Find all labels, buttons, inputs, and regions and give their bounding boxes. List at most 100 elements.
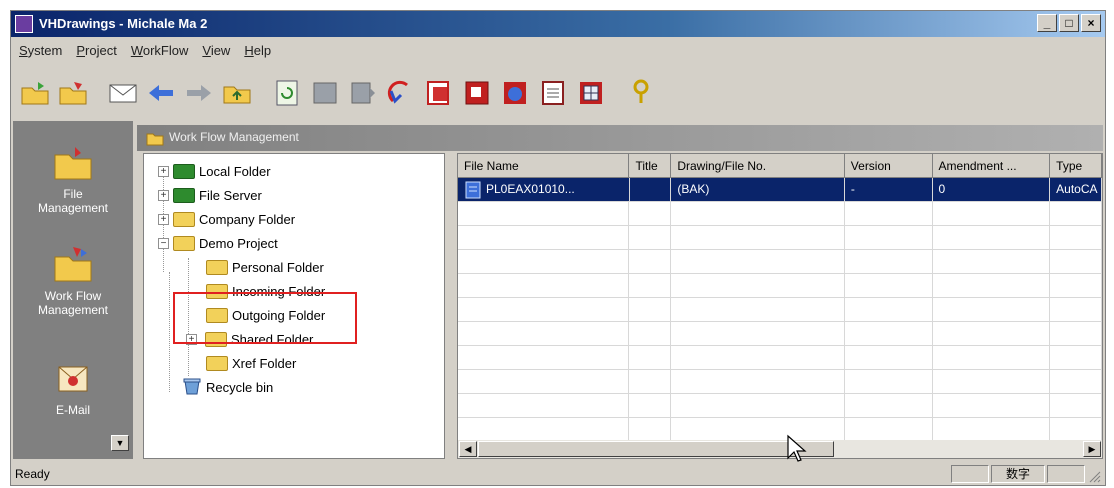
empty-cell	[932, 394, 1051, 418]
status-text: Ready	[15, 467, 50, 481]
column-type[interactable]: Type	[1050, 154, 1102, 178]
empty-cell	[671, 202, 845, 226]
empty-row	[458, 250, 1102, 274]
column-file-name[interactable]: File Name	[458, 154, 630, 178]
scroll-thumb[interactable]	[478, 441, 834, 457]
table-row[interactable]: PL0EAX01010... (BAK) - 0 AutoCA	[458, 178, 1102, 202]
undo-checkout-icon[interactable]	[385, 77, 417, 109]
tree-node-file-server[interactable]: + File Server	[158, 184, 262, 206]
scroll-left-button[interactable]: ◀	[459, 441, 477, 457]
email-icon	[51, 359, 95, 399]
collapse-icon[interactable]: −	[158, 237, 169, 249]
menu-view[interactable]: View	[202, 43, 230, 58]
empty-cell	[1050, 298, 1102, 322]
empty-cell	[844, 298, 933, 322]
horizontal-scrollbar[interactable]: ◀ ▶	[458, 440, 1102, 458]
empty-row	[458, 274, 1102, 298]
empty-cell	[932, 346, 1051, 370]
empty-cell	[932, 202, 1051, 226]
empty-cell	[932, 226, 1051, 250]
status-panel-blank	[1047, 465, 1085, 483]
column-amendment[interactable]: Amendment ...	[932, 154, 1051, 178]
maximize-button[interactable]: □	[1059, 14, 1079, 32]
folder-icon	[173, 211, 195, 227]
empty-cell	[629, 394, 672, 418]
empty-cell	[932, 274, 1051, 298]
empty-cell	[1050, 202, 1102, 226]
empty-row	[458, 394, 1102, 418]
empty-cell	[1050, 346, 1102, 370]
envelope-icon[interactable]	[107, 77, 139, 109]
nav-scroll-down-button[interactable]: ▼	[111, 435, 129, 451]
red-doc-icon[interactable]	[423, 77, 455, 109]
checkout-icon[interactable]	[309, 77, 341, 109]
empty-cell	[671, 250, 845, 274]
empty-cell	[844, 394, 933, 418]
empty-cell	[458, 370, 630, 394]
tree-node-local-folder[interactable]: + Local Folder	[158, 160, 271, 182]
column-title[interactable]: Title	[629, 154, 672, 178]
minimize-button[interactable]: _	[1037, 14, 1057, 32]
empty-cell	[458, 418, 630, 442]
resize-grip-icon[interactable]	[1087, 469, 1101, 486]
empty-cell	[629, 346, 672, 370]
expand-icon[interactable]: +	[158, 165, 169, 177]
empty-cell	[844, 370, 933, 394]
empty-cell	[671, 298, 845, 322]
expand-icon[interactable]: +	[158, 189, 169, 201]
empty-cell	[932, 250, 1051, 274]
empty-cell	[1050, 322, 1102, 346]
scroll-right-button[interactable]: ▶	[1083, 441, 1101, 457]
help-icon[interactable]	[625, 77, 657, 109]
column-version[interactable]: Version	[844, 154, 933, 178]
checkin-icon[interactable]	[347, 77, 379, 109]
empty-cell	[844, 418, 933, 442]
menu-workflow[interactable]: WorkFlow	[131, 43, 189, 58]
empty-cell	[458, 322, 630, 346]
nav-workflow-management[interactable]: Work Flow Management	[13, 245, 133, 317]
open-folder-alt-icon[interactable]	[57, 77, 89, 109]
red-stamp-icon[interactable]	[461, 77, 493, 109]
empty-row	[458, 370, 1102, 394]
tree-node-personal-folder[interactable]: Personal Folder	[206, 256, 324, 278]
up-folder-icon[interactable]	[221, 77, 253, 109]
empty-cell	[458, 250, 630, 274]
grid-icon[interactable]	[575, 77, 607, 109]
menu-system[interactable]: System	[19, 43, 62, 58]
empty-row	[458, 322, 1102, 346]
menu-project[interactable]: Project	[76, 43, 116, 58]
column-drawing-no[interactable]: Drawing/File No.	[671, 154, 845, 178]
notepad-icon[interactable]	[537, 77, 569, 109]
empty-cell	[629, 298, 672, 322]
status-panel-empty	[951, 465, 989, 483]
empty-cell	[458, 226, 630, 250]
nav-email[interactable]: E-Mail	[13, 359, 133, 417]
blue-doc-icon[interactable]	[499, 77, 531, 109]
empty-row	[458, 226, 1102, 250]
cell-title	[629, 178, 672, 202]
refresh-doc-icon[interactable]	[271, 77, 303, 109]
expand-icon[interactable]: +	[158, 213, 169, 225]
open-folder-icon[interactable]	[19, 77, 51, 109]
empty-cell	[1050, 370, 1102, 394]
forward-arrow-icon[interactable]	[183, 77, 215, 109]
folder-icon	[206, 355, 228, 371]
navigation-pane: File Management Work Flow Management E-M…	[13, 121, 133, 459]
nav-file-management[interactable]: File Management	[13, 143, 133, 215]
empty-cell	[671, 394, 845, 418]
back-arrow-icon[interactable]	[145, 77, 177, 109]
title-bar[interactable]: VHDrawings - Michale Ma 2 _ □ ×	[11, 11, 1105, 37]
workflow-title: Work Flow Management	[169, 130, 299, 144]
close-button[interactable]: ×	[1081, 14, 1101, 32]
folder-icon	[51, 143, 95, 183]
menu-help[interactable]: Help	[244, 43, 271, 58]
tree-node-demo-project[interactable]: − Demo Project	[158, 232, 278, 254]
empty-row	[458, 418, 1102, 442]
tree-node-recycle-bin[interactable]: Recycle bin	[182, 376, 273, 398]
tree-node-xref-folder[interactable]: Xref Folder	[206, 352, 296, 374]
empty-cell	[671, 322, 845, 346]
tree-node-company-folder[interactable]: + Company Folder	[158, 208, 295, 230]
empty-cell	[844, 274, 933, 298]
empty-cell	[1050, 226, 1102, 250]
empty-cell	[1050, 274, 1102, 298]
